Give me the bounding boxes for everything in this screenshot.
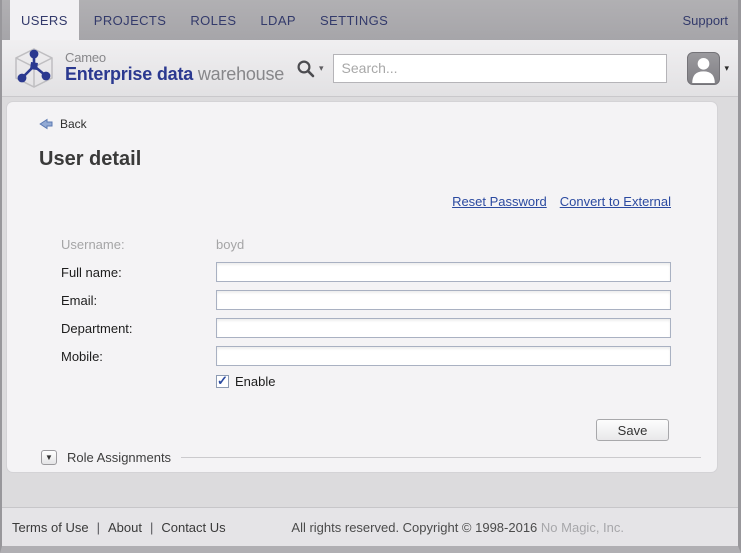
- tab-roles[interactable]: ROLES: [181, 0, 245, 40]
- tab-projects[interactable]: PROJECTS: [85, 0, 176, 40]
- fullname-label: Full name:: [61, 265, 216, 280]
- enable-checkbox[interactable]: [216, 375, 229, 388]
- footer-bar: Terms of Use | About | Contact Us All ri…: [2, 507, 738, 546]
- support-link[interactable]: Support: [682, 0, 738, 40]
- role-assignments-section: ▼ Role Assignments: [41, 450, 701, 465]
- logo-text: Cameo Enterprise data warehouse: [65, 51, 284, 84]
- convert-to-external-link[interactable]: Convert to External: [560, 194, 671, 209]
- person-icon: [688, 53, 719, 84]
- footer-separator: |: [150, 520, 153, 535]
- copyright-main: All rights reserved. Copyright © 1998-20…: [291, 520, 537, 535]
- copyright-company: No Magic, Inc.: [541, 520, 624, 535]
- save-row: Save: [7, 419, 669, 441]
- search-input[interactable]: [333, 54, 667, 83]
- logo-brand: Cameo: [65, 51, 284, 65]
- logo-product-light: warehouse: [193, 64, 284, 84]
- save-button[interactable]: Save: [596, 419, 669, 441]
- user-menu-caret-icon: ▾: [724, 64, 729, 73]
- username-row: Username: boyd: [7, 234, 717, 254]
- back-link[interactable]: Back: [7, 102, 97, 131]
- logo-icon: [12, 47, 56, 89]
- footer-separator: |: [97, 520, 100, 535]
- copyright-text: All rights reserved. Copyright © 1998-20…: [291, 520, 624, 535]
- user-menu-button[interactable]: ▾: [687, 52, 729, 85]
- search-scope-button[interactable]: ▾: [296, 59, 324, 78]
- back-arrow-icon: [39, 118, 53, 130]
- avatar: [687, 52, 720, 85]
- back-label: Back: [60, 117, 87, 131]
- mobile-row: Mobile:: [7, 346, 717, 366]
- content-area: Back User detail Reset Password Convert …: [2, 97, 738, 507]
- actions-row: Reset Password Convert to External: [7, 194, 671, 209]
- about-link[interactable]: About: [108, 520, 142, 535]
- reset-password-link[interactable]: Reset Password: [452, 194, 547, 209]
- contact-us-link[interactable]: Contact Us: [161, 520, 225, 535]
- user-form: Username: boyd Full name: Email: Departm…: [7, 234, 717, 441]
- terms-of-use-link[interactable]: Terms of Use: [12, 520, 89, 535]
- logo-product-bold: Enterprise data: [65, 64, 193, 84]
- user-detail-panel: Back User detail Reset Password Convert …: [6, 101, 718, 473]
- department-row: Department:: [7, 318, 717, 338]
- username-label: Username:: [61, 237, 216, 252]
- search-icon: [296, 59, 315, 78]
- page-title: User detail: [39, 148, 717, 171]
- app-window: USERS PROJECTS ROLES LDAP SETTINGS Suppo…: [0, 0, 741, 553]
- fullname-input[interactable]: [216, 262, 671, 282]
- department-label: Department:: [61, 321, 216, 336]
- enable-row: Enable: [216, 374, 717, 389]
- section-divider: [181, 457, 701, 458]
- app-logo: Cameo Enterprise data warehouse: [12, 47, 290, 89]
- role-assignments-toggle[interactable]: ▼: [41, 450, 57, 465]
- email-row: Email:: [7, 290, 717, 310]
- department-input[interactable]: [216, 318, 671, 338]
- tab-settings[interactable]: SETTINGS: [311, 0, 397, 40]
- mobile-label: Mobile:: [61, 349, 216, 364]
- username-value: boyd: [216, 237, 244, 252]
- tab-users[interactable]: USERS: [10, 0, 79, 40]
- tab-ldap[interactable]: LDAP: [251, 0, 305, 40]
- role-assignments-title: Role Assignments: [67, 450, 171, 465]
- nav-tabs: USERS PROJECTS ROLES LDAP SETTINGS: [2, 0, 400, 40]
- search-caret-icon: ▾: [319, 64, 324, 73]
- email-label: Email:: [61, 293, 216, 308]
- email-input[interactable]: [216, 290, 671, 310]
- enable-label: Enable: [235, 374, 275, 389]
- footer-links: Terms of Use | About | Contact Us: [12, 520, 226, 535]
- top-navigation: USERS PROJECTS ROLES LDAP SETTINGS Suppo…: [2, 0, 738, 40]
- header-bar: Cameo Enterprise data warehouse ▾ ▾: [2, 40, 738, 97]
- fullname-row: Full name:: [7, 262, 717, 282]
- mobile-input[interactable]: [216, 346, 671, 366]
